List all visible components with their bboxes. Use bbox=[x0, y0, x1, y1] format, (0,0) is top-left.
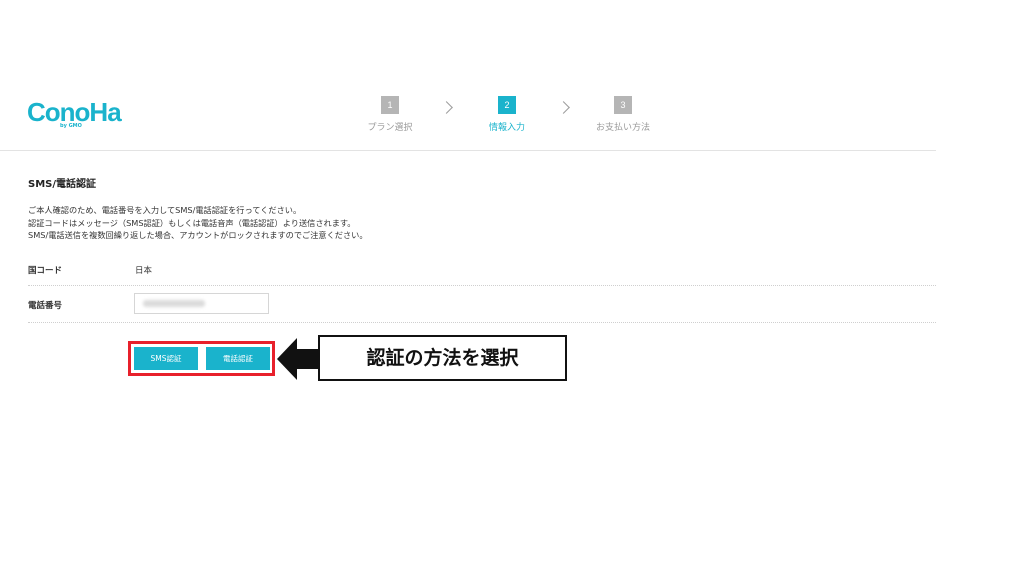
arrow-tail bbox=[296, 349, 320, 369]
header-divider bbox=[0, 150, 936, 151]
description-line: ご本人確認のため、電話番号を入力してSMS/電話認証を行ってください。 bbox=[28, 205, 302, 215]
row-divider bbox=[28, 322, 936, 323]
step-1: 1 プラン選択 bbox=[350, 96, 430, 133]
callout-label: 認証の方法を選択 bbox=[318, 335, 567, 381]
conoha-logo[interactable]: ConoHa by GMO bbox=[27, 97, 127, 133]
step-indicator: 1 プラン選択 2 情報入力 3 お支払い方法 bbox=[350, 96, 680, 136]
country-code-value: 日本 bbox=[135, 266, 153, 276]
step-3: 3 お支払い方法 bbox=[583, 96, 663, 133]
row-divider bbox=[28, 285, 936, 286]
step-number: 3 bbox=[614, 96, 632, 114]
sms-auth-button[interactable]: SMS認証 bbox=[134, 347, 198, 370]
phone-number-input[interactable] bbox=[134, 293, 269, 314]
description-line: SMS/電話送信を複数回繰り返した場合、アカウントがロックされますのでご注意くだ… bbox=[28, 230, 368, 241]
step-label: 情報入力 bbox=[488, 123, 525, 133]
section-title: SMS/電話認証 bbox=[28, 179, 97, 190]
chevron-right-icon bbox=[557, 101, 570, 114]
arrow-left-icon bbox=[277, 338, 297, 380]
step-label: プラン選択 bbox=[367, 123, 413, 133]
blurred-phone-value bbox=[143, 300, 205, 307]
section-description: ご本人確認のため、電話番号を入力してSMS/電話認証を行ってください。 認証コー… bbox=[28, 204, 368, 242]
chevron-right-icon bbox=[440, 101, 453, 114]
step-label: お支払い方法 bbox=[595, 123, 650, 133]
step-number: 2 bbox=[498, 96, 516, 114]
step-number: 1 bbox=[381, 96, 399, 114]
step-2: 2 情報入力 bbox=[467, 96, 547, 133]
phone-auth-button[interactable]: 電話認証 bbox=[206, 347, 270, 370]
description-line: 認証コードはメッセージ（SMS認証）もしくは電話音声（電話認証）より送信されます… bbox=[28, 217, 356, 228]
phone-number-label: 電話番号 bbox=[28, 301, 63, 311]
logo-sub: by GMO bbox=[60, 123, 82, 129]
country-code-label: 国コード bbox=[28, 266, 63, 276]
